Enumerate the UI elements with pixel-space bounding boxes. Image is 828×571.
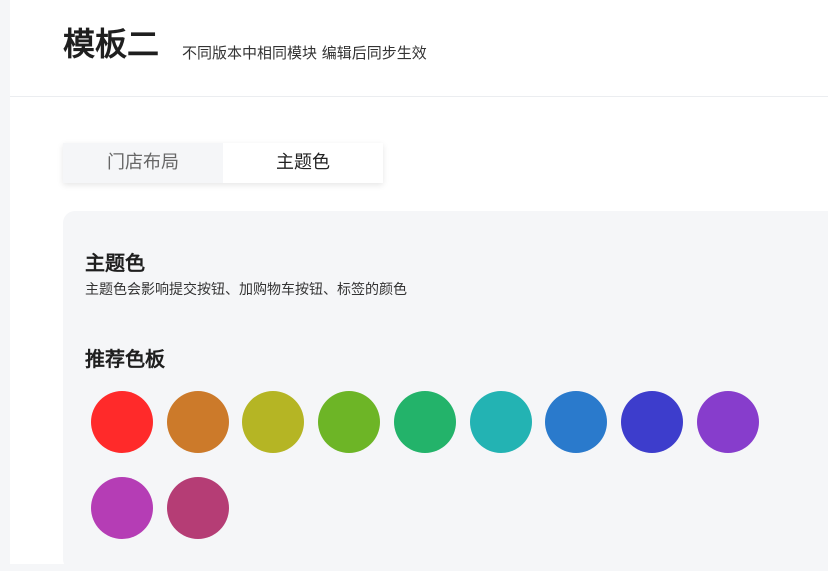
- theme-section-description: 主题色会影响提交按钮、加购物车按钮、标签的颜色: [85, 282, 407, 298]
- tab-theme-color[interactable]: 主题色: [223, 143, 383, 183]
- page-title: 模板二: [63, 25, 160, 63]
- page-header: 模板二 不同版本中相同模块 编辑后同步生效: [10, 0, 828, 97]
- color-swatch[interactable]: [545, 391, 608, 453]
- tab-store-layout[interactable]: 门店布局: [63, 143, 223, 183]
- page-subtitle: 不同版本中相同模块 编辑后同步生效: [182, 44, 427, 62]
- color-swatch[interactable]: [91, 391, 153, 453]
- palette-section-title: 推荐色板: [85, 347, 165, 371]
- color-swatch[interactable]: [620, 391, 683, 453]
- theme-panel: 主题色 主题色会影响提交按钮、加购物车按钮、标签的颜色 推荐色板: [63, 211, 828, 571]
- color-swatch[interactable]: [469, 391, 532, 453]
- page: 模板二 不同版本中相同模块 编辑后同步生效 门店布局 主题色 主题色 主题色会影…: [10, 0, 828, 571]
- color-swatch[interactable]: [166, 477, 229, 539]
- color-swatch[interactable]: [318, 391, 381, 453]
- theme-section-title: 主题色: [85, 251, 145, 275]
- color-swatch[interactable]: [166, 391, 229, 453]
- color-swatch[interactable]: [242, 391, 305, 453]
- color-swatch[interactable]: [696, 391, 759, 453]
- color-swatch[interactable]: [91, 477, 153, 539]
- tab-bar: 门店布局 主题色: [63, 143, 383, 183]
- color-swatch[interactable]: [393, 391, 456, 453]
